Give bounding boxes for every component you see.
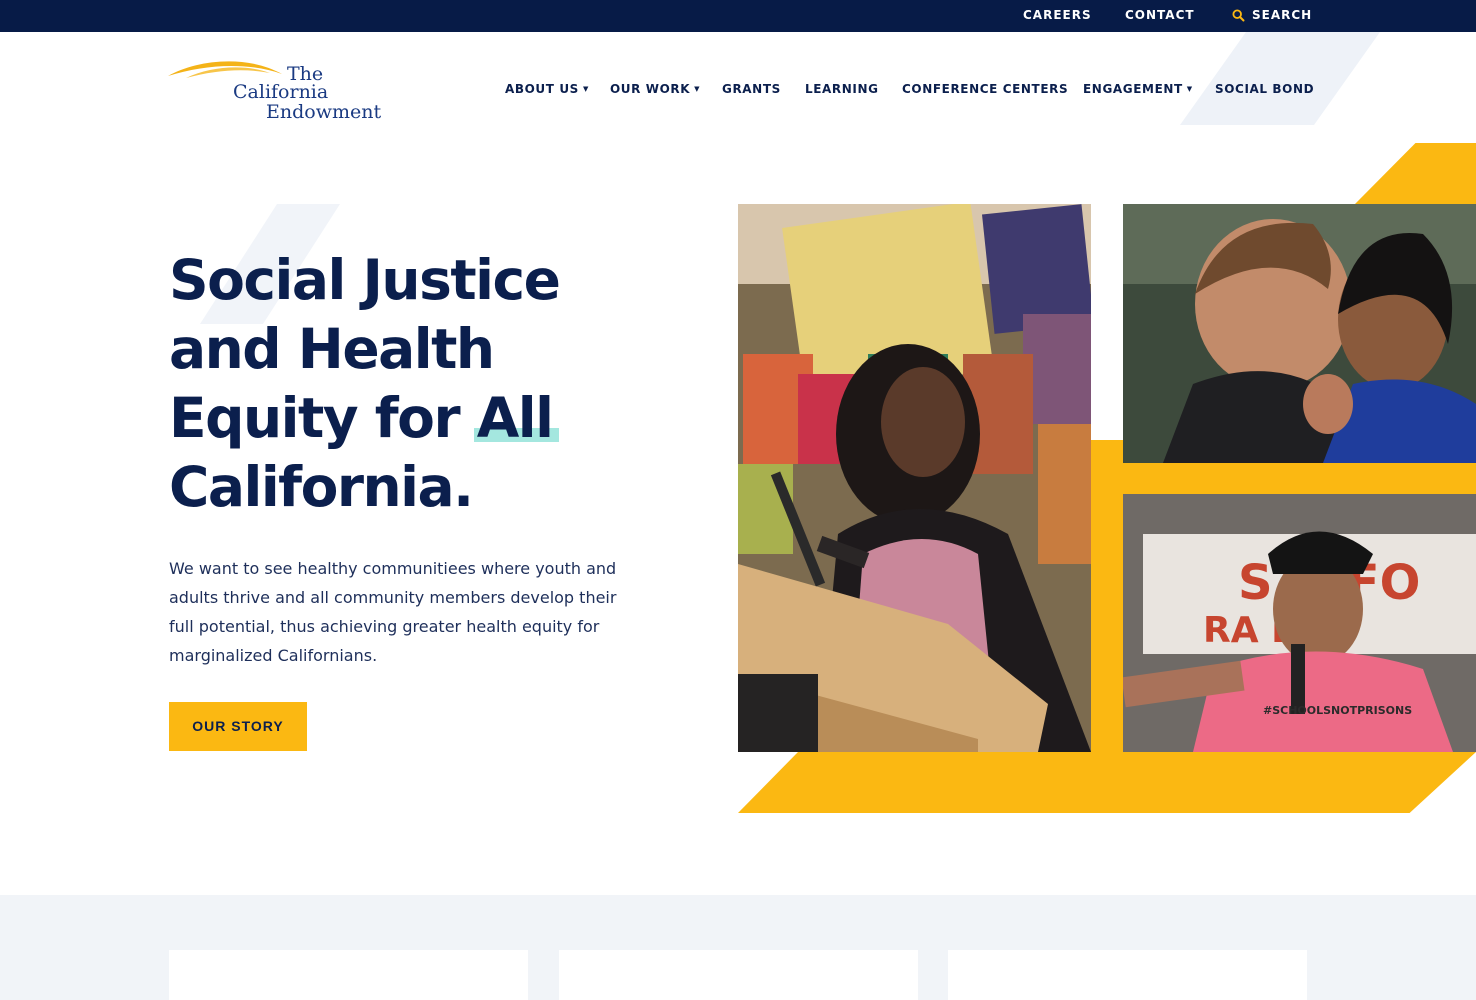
search-label: SEARCH <box>1252 8 1313 22</box>
nav-learning[interactable]: LEARNING <box>805 82 879 98</box>
photo-youth-speaker <box>738 204 1091 752</box>
search-link[interactable]: SEARCH <box>1232 0 1312 32</box>
accent-shape <box>738 752 1476 813</box>
headline-text: Equity for <box>169 386 477 450</box>
accent-shape <box>1355 143 1476 204</box>
nav-about-us-label: ABOUT US <box>505 82 579 96</box>
our-story-button[interactable]: OUR STORY <box>169 702 307 751</box>
nav-our-work[interactable]: OUR WORK ▼ <box>610 82 700 98</box>
logo-text-endowment: Endowment <box>266 101 382 123</box>
header-decoration <box>1180 32 1380 125</box>
search-icon <box>1232 9 1245 22</box>
logo-text-california: California <box>233 81 329 103</box>
hero-headline: Social Justice and Health Equity for All… <box>169 246 609 522</box>
feature-card[interactable] <box>948 950 1307 1000</box>
nav-social-bond[interactable]: SOCIAL BOND <box>1215 82 1314 98</box>
feature-card[interactable] <box>169 950 528 1000</box>
headline-highlight-word: All <box>473 384 559 453</box>
headline-line: and Health <box>169 317 495 381</box>
nav-our-work-label: OUR WORK <box>610 82 691 96</box>
hero-description: We want to see healthy communitiees wher… <box>169 559 617 665</box>
headline-line: California. <box>169 455 474 519</box>
headline-line: Equity for All <box>169 384 609 453</box>
feature-card[interactable] <box>559 950 918 1000</box>
site-header: The California Endowment ABOUT US ▼ OUR W… <box>0 32 1476 142</box>
caret-down-icon: ▼ <box>582 85 589 93</box>
nav-engagement[interactable]: ENGAGEMENT ▼ <box>1083 82 1193 98</box>
photo-smiling-women <box>1123 204 1476 463</box>
nav-conference-centers[interactable]: CONFERENCE CENTERS <box>902 82 1068 98</box>
svg-text:#SCHOOLSNOTPRISONS: #SCHOOLSNOTPRISONS <box>1263 704 1412 717</box>
headline-line: Social Justice <box>169 248 561 312</box>
utility-bar: CAREERS CONTACT SEARCH <box>0 0 1476 32</box>
nav-engagement-label: ENGAGEMENT <box>1083 82 1183 96</box>
caret-down-icon: ▼ <box>694 85 701 93</box>
site-logo[interactable]: The California Endowment <box>166 56 381 126</box>
photo-activist-speaker: S O FO RA EQU #SCHOOLSNOTPRISONS <box>1123 494 1476 752</box>
careers-link[interactable]: CAREERS <box>1023 0 1092 32</box>
nav-about-us[interactable]: ABOUT US ▼ <box>505 82 589 98</box>
contact-link[interactable]: CONTACT <box>1125 0 1195 32</box>
accent-shape <box>1091 440 1123 752</box>
caret-down-icon: ▼ <box>1186 85 1193 93</box>
nav-grants[interactable]: GRANTS <box>722 82 781 98</box>
